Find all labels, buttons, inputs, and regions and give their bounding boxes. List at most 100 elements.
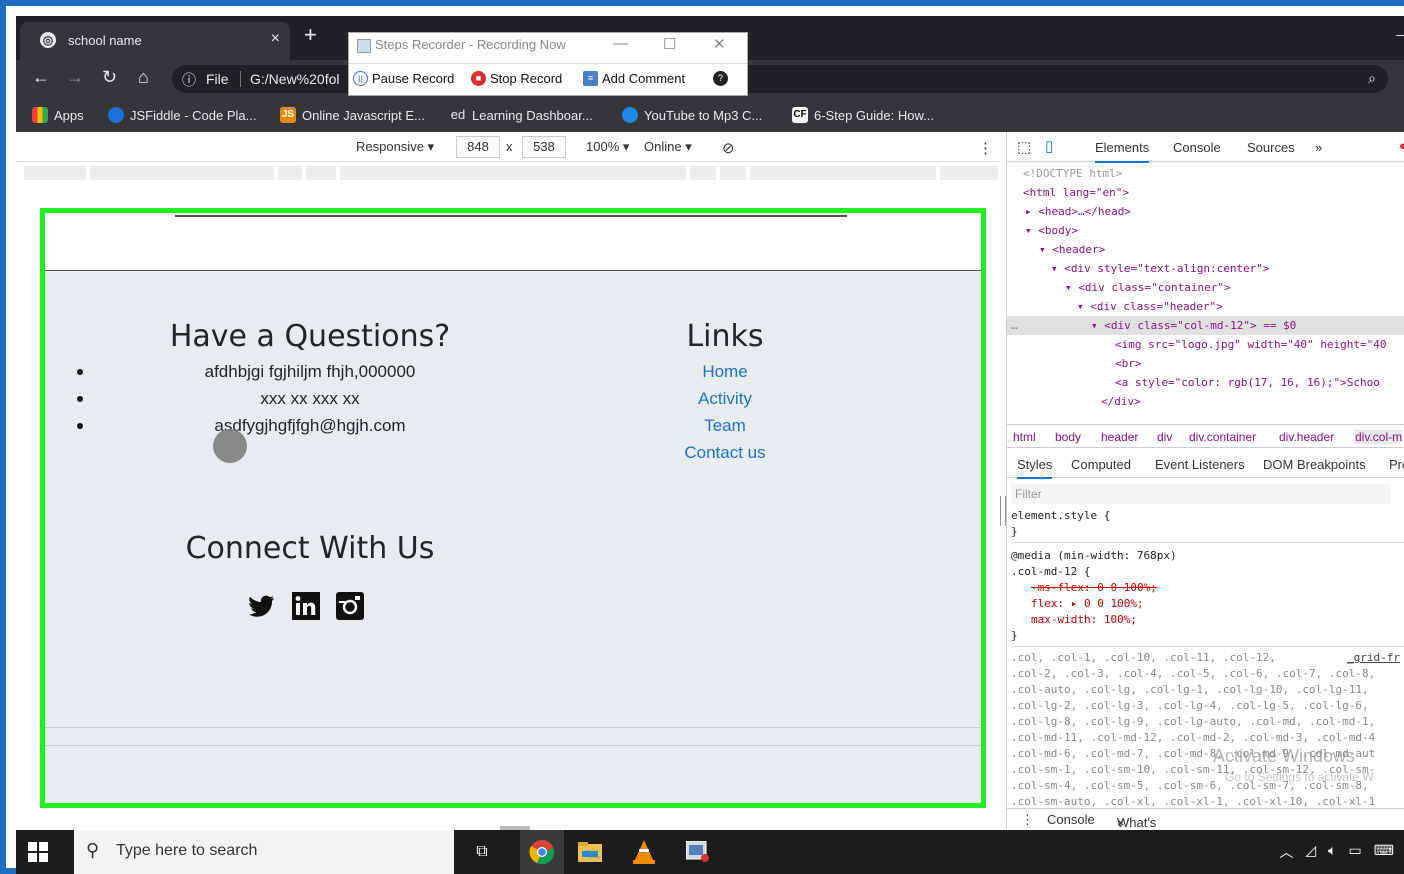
breadcrumb-item[interactable]: header [1101, 430, 1138, 444]
bookmark-youtube-mp3[interactable]: YouTube to Mp3 C... [622, 107, 762, 123]
media-query-ruler[interactable] [16, 162, 1000, 182]
dom-node[interactable]: <img src="logo.jpg" width="40" height="4… [1115, 335, 1387, 354]
tab-console[interactable]: Console [1173, 140, 1221, 155]
dom-node[interactable]: </div> [1101, 392, 1141, 411]
tab-sources[interactable]: Sources [1247, 140, 1295, 155]
twitter-icon[interactable] [247, 591, 277, 621]
tab-styles[interactable]: Styles [1017, 457, 1053, 479]
error-icon[interactable]: ● [1399, 138, 1404, 153]
dom-node[interactable]: ▾ <body> [1025, 221, 1078, 240]
inspect-icon[interactable]: ⬚ [1017, 138, 1031, 156]
url-text[interactable]: G:/New%20fol [250, 71, 339, 87]
chevron-up-icon[interactable]: ︿ [1279, 842, 1293, 862]
browser-tab[interactable]: ◎ school name × [20, 22, 290, 60]
link-contact-us[interactable]: Contact us [645, 439, 805, 466]
tab-dom-breakpoints[interactable]: DOM Breakpoints [1263, 457, 1366, 472]
screenshot-frame: ◎ school name × + – ← → ↻ ⌂ ⓘ File G:/Ne… [0, 0, 1404, 874]
social-icons [247, 591, 365, 621]
vlc-icon[interactable] [630, 838, 658, 866]
css-property[interactable]: max-width: 100%; [1031, 612, 1137, 628]
dom-node[interactable]: ▾ <div style="text-align:center"> [1051, 259, 1270, 278]
task-view-icon[interactable]: ⧉ [468, 838, 496, 866]
dom-node-selected[interactable]: … ▾ <div class="col-md-12"> == $0 [1007, 316, 1404, 335]
tab-close-icon[interactable]: × [271, 30, 280, 48]
tab-elements[interactable]: Elements [1095, 140, 1150, 163]
dom-node[interactable]: <html lang="en"> [1023, 183, 1129, 202]
back-icon[interactable]: ← [32, 68, 50, 86]
drawer-menu-icon[interactable]: ⋮ [1021, 812, 1034, 828]
home-icon[interactable]: ⌂ [138, 68, 149, 86]
breadcrumb-item[interactable]: div.col-m [1355, 430, 1403, 444]
volume-icon[interactable]: 🔈︎ [1328, 842, 1336, 862]
dom-node[interactable]: ▾ <div class="container"> [1065, 278, 1231, 297]
add-comment-button[interactable]: ≡ Add Comment [583, 71, 685, 86]
reload-icon[interactable]: ↻ [102, 68, 117, 86]
footer-divider [45, 727, 981, 728]
dom-node[interactable]: ▾ <header> [1039, 240, 1105, 259]
minimize-icon[interactable]: — [613, 35, 628, 52]
bookmark-6-step[interactable]: CF 6-Step Guide: How... [792, 107, 934, 123]
taskbar-search[interactable]: ⚲ Type here to search [74, 830, 454, 874]
keyboard-icon[interactable]: ⌨ [1374, 842, 1394, 862]
dom-node[interactable]: <br> [1115, 354, 1142, 373]
new-tab-button[interactable]: + [304, 24, 317, 46]
network-dropdown[interactable]: Online ▾ [644, 139, 692, 155]
info-icon[interactable]: ⓘ [182, 70, 196, 90]
drawer-tab-console[interactable]: Console [1047, 812, 1095, 827]
zoom-icon[interactable]: ⌕ [1368, 70, 1376, 87]
link-activity[interactable]: Activity [645, 385, 805, 412]
apps-grid-icon [32, 107, 48, 123]
device-mode-icon[interactable]: ▯ [1045, 137, 1053, 155]
file-explorer-icon[interactable] [576, 838, 604, 866]
instagram-icon[interactable] [335, 591, 365, 621]
contact-email: asdfygjhgfjfgh@hgjh.com [214, 416, 406, 435]
stop-icon: ■ [471, 71, 486, 86]
link-team[interactable]: Team [645, 412, 805, 439]
more-tabs-button[interactable]: » [1315, 140, 1322, 155]
battery-icon[interactable]: ▭ [1349, 842, 1362, 862]
more-options-icon[interactable]: ⋮ [978, 139, 993, 157]
list-item: xxx xx xxx xx [77, 385, 465, 412]
close-icon[interactable]: ✕ [713, 35, 726, 53]
css-property[interactable]: flex: ▸ 0 0 100%; [1031, 596, 1144, 612]
windows-start-icon[interactable] [28, 842, 48, 862]
bullet [77, 423, 83, 429]
forward-icon[interactable]: → [66, 68, 84, 86]
link-home[interactable]: Home [645, 358, 805, 385]
dom-node[interactable]: <!DOCTYPE html> [1023, 164, 1122, 183]
pause-record-button[interactable]: II Pause Record [353, 71, 454, 86]
breadcrumb-item[interactable]: div.header [1279, 430, 1334, 444]
tab-event-listeners[interactable]: Event Listeners [1155, 457, 1245, 472]
close-icon[interactable]: × [1117, 815, 1125, 830]
breadcrumb-item[interactable]: div [1157, 430, 1172, 444]
network-icon[interactable]: ◿ [1305, 842, 1316, 862]
linkedin-icon[interactable] [291, 591, 321, 621]
breadcrumb-item[interactable]: html [1013, 430, 1036, 444]
dom-node[interactable]: ▸ <head>…</head> [1025, 202, 1131, 221]
zoom-dropdown[interactable]: 100% ▾ [586, 139, 629, 155]
stop-record-button[interactable]: ■ Stop Record [471, 71, 562, 86]
bookmark-apps[interactable]: Apps [32, 107, 84, 123]
dom-node[interactable]: <a style="color: rgb(17, 16, 16);">Schoo [1115, 373, 1380, 392]
tab-properties[interactable]: Pro [1389, 457, 1404, 472]
tab-computed[interactable]: Computed [1071, 457, 1131, 472]
breadcrumb-item[interactable]: body [1055, 430, 1081, 444]
height-input[interactable]: 538 [522, 136, 566, 158]
bookmark-learning[interactable]: ed Learning Dashboar... [450, 107, 593, 123]
help-button[interactable]: ? [713, 71, 728, 86]
window-minimize-icon[interactable]: – [1396, 26, 1404, 42]
styles-filter-input[interactable]: Filter [1011, 484, 1391, 504]
rotate-icon[interactable]: ⊘ [722, 139, 735, 157]
chrome-icon[interactable] [520, 830, 564, 874]
maximize-icon[interactable]: ☐ [663, 35, 676, 53]
bookmark-online-js[interactable]: JS Online Javascript E... [280, 107, 425, 123]
width-input[interactable]: 848 [456, 136, 500, 158]
breadcrumb-item[interactable]: div.container [1189, 430, 1256, 444]
responsive-dropdown[interactable]: Responsive ▾ [356, 139, 434, 155]
activate-windows-watermark: Activate Windows [1213, 746, 1356, 766]
css-source-link[interactable]: _grid-fr [1347, 650, 1400, 666]
bookmark-jsfiddle[interactable]: JSFiddle - Code Pla... [108, 107, 256, 123]
steps-recorder-taskbar-icon[interactable] [684, 838, 712, 866]
css-property[interactable]: -ms-flex: 0 0 100%; [1031, 580, 1157, 596]
dom-node[interactable]: ▾ <div class="header"> [1077, 297, 1223, 316]
